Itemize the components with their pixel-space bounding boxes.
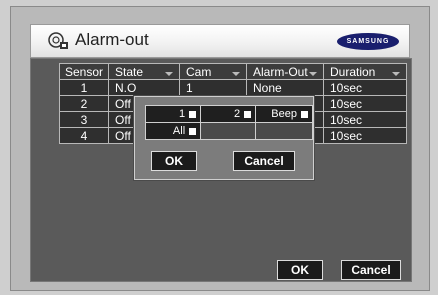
header-sensor: Sensor (59, 63, 109, 80)
sensor-cell: 4 (59, 127, 109, 144)
dropdown-arrow-icon (232, 71, 240, 76)
popup-cancel-button[interactable]: Cancel (233, 151, 295, 171)
table-row: 1 N.O 1 None 10sec (59, 79, 407, 96)
checkbox-icon (301, 110, 308, 118)
header-duration[interactable]: Duration (323, 63, 407, 80)
checkbox-icon (244, 110, 252, 118)
option-2-checkbox[interactable]: 2 (200, 105, 257, 123)
alarm-out-options: 1 2 Beep All (144, 105, 313, 140)
alarm-out-select-popup: 1 2 Beep All OK Cancel (134, 96, 314, 180)
sensor-cell: 3 (59, 111, 109, 128)
option-1-checkbox[interactable]: 1 (144, 105, 202, 123)
duration-cell[interactable]: 10sec (323, 79, 407, 96)
option-label: 2 (234, 108, 241, 120)
dropdown-arrow-icon (309, 71, 317, 76)
checkbox-icon (189, 110, 197, 118)
header-state[interactable]: State (108, 63, 180, 80)
alarm-speaker-icon (48, 32, 68, 49)
header-cam[interactable]: Cam (179, 63, 247, 80)
device-frame: Alarm-out SAMSUNG Sensor State Cam Alarm… (0, 0, 438, 295)
duration-cell[interactable]: 10sec (323, 127, 407, 144)
ok-button[interactable]: OK (277, 260, 323, 280)
window-title: Alarm-out (75, 30, 149, 49)
duration-cell[interactable]: 10sec (323, 111, 407, 128)
sensor-cell: 1 (59, 79, 109, 96)
header-alarm-out-label: Alarm-Out (253, 64, 308, 79)
alarm-out-cell[interactable]: None (246, 79, 324, 96)
dropdown-arrow-icon (392, 71, 400, 76)
cancel-button[interactable]: Cancel (341, 260, 401, 280)
option-label: 1 (179, 108, 186, 120)
header-state-label: State (115, 64, 144, 79)
option-label: Beep (271, 108, 297, 120)
table-header-row: Sensor State Cam Alarm-Out Duration (59, 63, 407, 80)
duration-cell[interactable]: 10sec (323, 95, 407, 112)
dropdown-arrow-icon (165, 71, 173, 76)
checkbox-icon (189, 127, 197, 135)
empty-option-cell (200, 122, 257, 140)
title-bar: Alarm-out SAMSUNG (30, 24, 410, 58)
option-label: All (172, 125, 186, 137)
popup-ok-button[interactable]: OK (151, 151, 197, 171)
option-all-checkbox[interactable]: All (144, 122, 202, 140)
empty-option-cell (255, 122, 313, 140)
cam-cell[interactable]: 1 (179, 79, 247, 96)
state-cell[interactable]: N.O (108, 79, 180, 96)
header-duration-label: Duration (330, 64, 376, 79)
sensor-cell: 2 (59, 95, 109, 112)
option-beep-checkbox[interactable]: Beep (255, 105, 313, 123)
brand-logo: SAMSUNG (337, 33, 399, 50)
header-cam-label: Cam (186, 64, 212, 79)
header-alarm-out[interactable]: Alarm-Out (246, 63, 324, 80)
